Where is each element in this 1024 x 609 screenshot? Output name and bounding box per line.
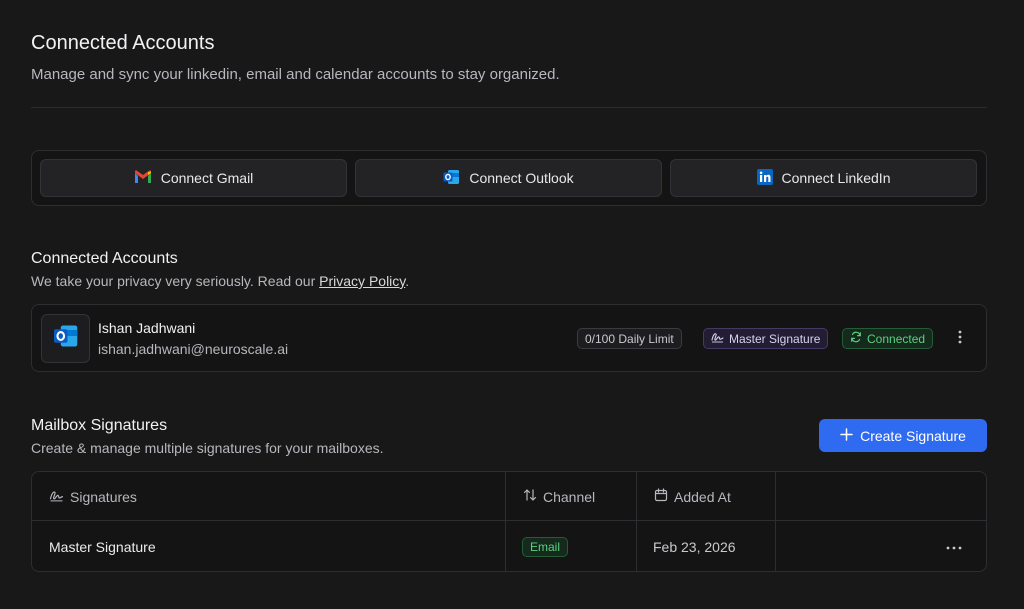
connect-gmail-button[interactable]: Connect Gmail [40, 159, 347, 197]
table-row[interactable]: Master Signature Email Feb 23, 2026 [32, 521, 986, 571]
column-header-signatures[interactable]: Signatures [49, 472, 137, 521]
plus-icon [840, 427, 853, 444]
signatures-table: Signatures Channel Added At Master Signa… [31, 471, 987, 572]
column-divider [636, 521, 637, 571]
account-provider-avatar [41, 314, 90, 363]
connect-gmail-label: Connect Gmail [160, 170, 254, 186]
privacy-prefix: We take your privacy very seriously. Rea… [31, 273, 320, 289]
column-divider [636, 472, 637, 520]
gmail-icon [134, 169, 152, 187]
connected-status-label: Connected [867, 331, 926, 346]
column-divider [505, 521, 506, 571]
create-signature-button[interactable]: Create Signature [819, 419, 987, 452]
divider [31, 107, 987, 108]
signature-badge[interactable]: Master Signature [703, 328, 829, 349]
account-email: ishan.jadhwani@neuroscale.ai [98, 341, 289, 357]
daily-limit-badge: 0/100 Daily Limit [577, 328, 682, 349]
channel-badge: Email [522, 536, 569, 557]
more-vertical-icon [958, 330, 962, 349]
column-header-label: Channel [543, 488, 596, 505]
page-subtitle: Manage and sync your linkedin, email and… [31, 66, 560, 83]
signature-icon [49, 489, 64, 505]
connected-status-badge: Connected [842, 328, 934, 349]
sort-arrows-icon [523, 488, 537, 505]
more-horizontal-icon [946, 537, 962, 555]
column-header-channel[interactable]: Channel [523, 472, 595, 521]
page-title: Connected Accounts [31, 32, 215, 54]
connected-accounts-page: Connected Accounts Manage and sync your … [0, 0, 1024, 609]
privacy-policy-link[interactable]: Privacy Policy [319, 273, 405, 289]
column-header-label: Signatures [70, 488, 137, 505]
create-signature-label: Create Signature [860, 427, 966, 444]
mailbox-signatures-heading: Mailbox Signatures [31, 417, 168, 434]
signature-icon [711, 331, 724, 346]
linkedin-icon [756, 168, 773, 188]
column-divider [775, 521, 776, 571]
outlook-icon [443, 169, 460, 188]
connect-outlook-button[interactable]: Connect Outlook [355, 159, 662, 197]
account-name: Ishan Jadhwani [98, 320, 196, 336]
mailbox-signatures-subtitle: Create & manage multiple signatures for … [31, 440, 384, 456]
added-at-cell: Feb 23, 2026 [653, 538, 736, 555]
column-header-label: Added At [674, 488, 731, 505]
outlook-icon [53, 324, 79, 353]
column-divider [505, 472, 506, 520]
connect-outlook-label: Connect Outlook [469, 170, 574, 186]
connect-linkedin-button[interactable]: Connect LinkedIn [670, 159, 977, 197]
connected-accounts-heading: Connected Accounts [31, 250, 178, 267]
row-more-button[interactable] [940, 536, 968, 556]
connect-linkedin-label: Connect LinkedIn [781, 170, 891, 186]
column-divider [775, 472, 776, 520]
signature-name-cell: Master Signature [49, 538, 156, 555]
calendar-icon [654, 488, 668, 505]
privacy-notice: We take your privacy very seriously. Rea… [31, 273, 409, 289]
connect-account-bar: Connect Gmail Connect Outlook Connect Li… [31, 150, 987, 206]
signature-badge-label: Master Signature [729, 331, 821, 346]
table-header: Signatures Channel Added At [32, 472, 986, 521]
privacy-suffix: . [405, 273, 410, 289]
account-card: Ishan Jadhwani ishan.jadhwani@neuroscale… [31, 304, 987, 372]
account-more-button[interactable] [950, 328, 970, 350]
sync-icon [850, 331, 862, 346]
channel-cell: Email [522, 521, 569, 571]
column-header-added-at[interactable]: Added At [654, 472, 731, 521]
